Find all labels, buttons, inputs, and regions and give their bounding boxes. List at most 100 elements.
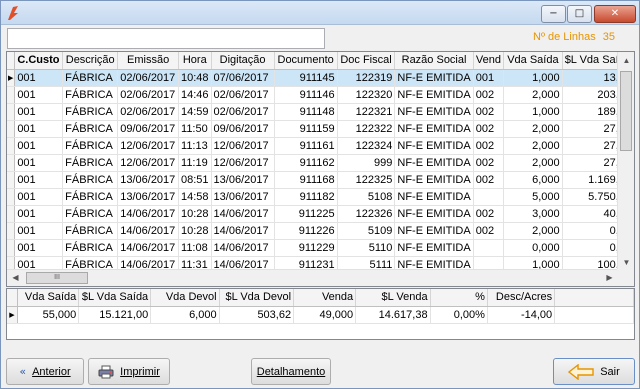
cell-vend[interactable]: 002 (473, 86, 505, 104)
cell-digitacao[interactable]: 14/06/2017 (211, 205, 275, 223)
col-hora[interactable]: Hora (178, 52, 212, 70)
scroll-up-arrow-icon[interactable]: ▲ (618, 52, 634, 69)
cell-vend[interactable]: 002 (473, 205, 505, 223)
cell-vda-saida[interactable]: 0,000 (503, 239, 563, 257)
col-vend[interactable]: Vend (473, 52, 505, 70)
table-row[interactable]: 001 FÁBRICA 09/06/2017 11:50 09/06/2017 91115… (7, 120, 634, 138)
scroll-right-arrow-icon[interactable]: ▶ (601, 270, 618, 286)
cell-vda-saida[interactable]: 5,000 (503, 188, 563, 206)
cell-emissao[interactable]: 02/06/2017 (117, 69, 180, 87)
cell-vend[interactable] (473, 239, 505, 257)
cell-c-custo[interactable]: 001 (14, 137, 64, 155)
table-row[interactable]: ▶ 001 FÁBRICA 02/06/2017 10:48 07/06/2017 9111… (7, 69, 634, 87)
cell-razao-social[interactable]: NF-E EMITIDA (394, 120, 474, 138)
cell-vend[interactable]: 002 (473, 222, 505, 240)
cell-razao-social[interactable]: NF-E EMITIDA (394, 171, 474, 189)
row-indicator[interactable] (7, 86, 16, 104)
cell-doc-fiscal[interactable]: 999 (337, 154, 396, 172)
cell-c-custo[interactable]: 001 (14, 171, 64, 189)
cell-vend[interactable]: 002 (473, 137, 505, 155)
cell-documento[interactable]: 911148 (274, 103, 338, 121)
cell-documento[interactable]: 911145 (274, 69, 338, 87)
col-descricao[interactable]: Descrição (62, 52, 119, 70)
cell-digitacao[interactable]: 12/06/2017 (211, 154, 275, 172)
cell-c-custo[interactable]: 001 (14, 69, 64, 87)
totals-col-venda[interactable]: Venda (293, 289, 357, 307)
anterior-button[interactable]: « Anterior (6, 358, 84, 385)
row-indicator[interactable] (7, 171, 16, 189)
cell-documento[interactable]: 911168 (274, 171, 338, 189)
cell-hora[interactable]: 08:51 (178, 171, 212, 189)
table-row[interactable]: 001 FÁBRICA 12/06/2017 11:13 12/06/2017 91116… (7, 137, 634, 155)
cell-digitacao[interactable]: 14/06/2017 (211, 222, 275, 240)
cell-razao-social[interactable]: NF-E EMITIDA (394, 69, 474, 87)
cell-digitacao[interactable]: 14/06/2017 (211, 239, 275, 257)
col-digitacao[interactable]: Digitação (211, 52, 275, 70)
cell-vda-saida[interactable]: 2,000 (503, 222, 563, 240)
table-row[interactable]: 001 FÁBRICA 13/06/2017 08:51 13/06/2017 91116… (7, 171, 634, 189)
imprimir-button[interactable]: Imprimir (88, 358, 170, 385)
cell-hora[interactable]: 10:28 (178, 205, 212, 223)
totals-vda-devol[interactable]: 6,000 (150, 306, 220, 324)
detalhamento-button[interactable]: Detalhamento (251, 358, 331, 385)
vertical-scroll-thumb[interactable] (620, 71, 632, 151)
minimize-button[interactable]: − (541, 5, 566, 23)
cell-emissao[interactable]: 02/06/2017 (117, 86, 180, 104)
scroll-left-arrow-icon[interactable]: ◀ (7, 270, 24, 286)
totals-l-venda[interactable]: 14.617,38 (355, 306, 431, 324)
cell-digitacao[interactable]: 09/06/2017 (211, 120, 275, 138)
cell-vend[interactable]: 002 (473, 171, 505, 189)
cell-razao-social[interactable]: NF-E EMITIDA (394, 205, 474, 223)
cell-doc-fiscal[interactable]: 122320 (337, 86, 396, 104)
table-row[interactable]: 001 FÁBRICA 14/06/2017 11:08 14/06/2017 91122… (7, 239, 634, 257)
row-indicator[interactable] (7, 222, 16, 240)
totals-vda-saida[interactable]: 55,000 (17, 306, 80, 324)
horizontal-scroll-thumb[interactable]: III (26, 272, 88, 284)
cell-descricao[interactable]: FÁBRICA (62, 205, 119, 223)
sair-button[interactable]: Sair (553, 358, 635, 385)
totals-desc-acres[interactable]: -14,00 (487, 306, 556, 324)
totals-col-vda-devol[interactable]: Vda Devol (150, 289, 220, 307)
col-c-custo[interactable]: C.Custo (14, 52, 64, 70)
col-doc-fiscal[interactable]: Doc Fiscal (337, 52, 396, 70)
totals-col-desc-acres[interactable]: Desc/Acres (487, 289, 556, 307)
cell-digitacao[interactable]: 12/06/2017 (211, 137, 275, 155)
table-row[interactable]: 001 FÁBRICA 12/06/2017 11:19 12/06/2017 91116… (7, 154, 634, 172)
totals-col-percent[interactable]: % (430, 289, 488, 307)
cell-vend[interactable]: 002 (473, 154, 505, 172)
cell-c-custo[interactable]: 001 (14, 86, 64, 104)
table-row[interactable]: 001 FÁBRICA 13/06/2017 14:58 13/06/2017 91118… (7, 188, 634, 206)
table-row[interactable]: 001 FÁBRICA 02/06/2017 14:46 02/06/2017 91114… (7, 86, 634, 104)
totals-l-vda-devol[interactable]: 503,62 (219, 306, 295, 324)
cell-doc-fiscal[interactable]: 122326 (337, 205, 396, 223)
cell-documento[interactable]: 911161 (274, 137, 338, 155)
totals-col-l-venda[interactable]: $L Venda (355, 289, 431, 307)
cell-documento[interactable]: 911159 (274, 120, 338, 138)
cell-digitacao[interactable]: 07/06/2017 (211, 69, 275, 87)
cell-descricao[interactable]: FÁBRICA (62, 188, 119, 206)
vertical-scrollbar[interactable]: ▲ ▼ (617, 52, 634, 271)
totals-col-vda-saida[interactable]: Vda Saída (17, 289, 80, 307)
cell-doc-fiscal[interactable]: 122322 (337, 120, 396, 138)
close-button[interactable]: ✕ (594, 5, 636, 23)
cell-doc-fiscal[interactable]: 122325 (337, 171, 396, 189)
cell-emissao[interactable]: 13/06/2017 (117, 188, 180, 206)
cell-razao-social[interactable]: NF-E EMITIDA (394, 239, 474, 257)
cell-descricao[interactable]: FÁBRICA (62, 69, 119, 87)
row-indicator[interactable] (7, 188, 16, 206)
cell-emissao[interactable]: 14/06/2017 (117, 222, 180, 240)
row-indicator[interactable] (7, 137, 16, 155)
cell-c-custo[interactable]: 001 (14, 205, 64, 223)
col-emissao[interactable]: Emissão (117, 52, 180, 70)
cell-hora[interactable]: 14:46 (178, 86, 212, 104)
cell-documento[interactable]: 911225 (274, 205, 338, 223)
cell-vend[interactable]: 002 (473, 103, 505, 121)
cell-documento[interactable]: 911182 (274, 188, 338, 206)
cell-vda-saida[interactable]: 2,000 (503, 86, 563, 104)
col-documento[interactable]: Documento (274, 52, 338, 70)
totals-col-l-vda-devol[interactable]: $L Vda Devol (219, 289, 295, 307)
totals-row[interactable]: ▶ 55,000 15.121,00 6,000 503,62 49,000 1… (7, 306, 634, 324)
horizontal-scrollbar[interactable]: ◀ III ▶ (7, 269, 618, 286)
cell-hora[interactable]: 11:19 (178, 154, 212, 172)
cell-c-custo[interactable]: 001 (14, 222, 64, 240)
